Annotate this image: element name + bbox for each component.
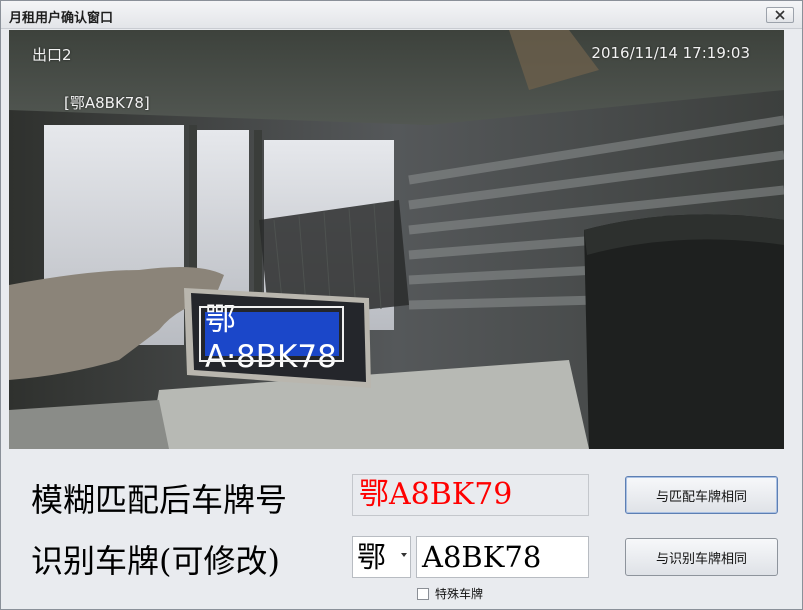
same-as-matched-button[interactable]: 与匹配车牌相同 xyxy=(625,476,778,514)
recognized-plate-label: 识别车牌(可修改) xyxy=(31,542,280,580)
province-select[interactable]: 鄂 xyxy=(352,536,411,578)
title-bar[interactable]: 月租用户确认窗口 xyxy=(1,1,802,29)
camera-snapshot: 出口2 2016/11/14 17:19:03 [鄂A8BK78] 鄂A·8BK… xyxy=(9,30,784,449)
recognized-plate-overlay: [鄂A8BK78] xyxy=(64,94,150,112)
special-plate-label: 特殊车牌 xyxy=(435,587,484,601)
special-plate-option[interactable]: 特殊车牌 xyxy=(417,585,483,602)
camera-name: 出口2 xyxy=(32,46,72,64)
snapshot-timestamp: 2016/11/14 17:19:03 xyxy=(591,44,750,62)
special-plate-checkbox[interactable] xyxy=(417,587,429,600)
confirm-window: 月租用户确认窗口 出口2 2016/11/14 17:19:03 [鄂A8BK7… xyxy=(0,0,803,610)
same-as-recognized-button[interactable]: 与识别车牌相同 xyxy=(625,538,778,576)
plate-number-input[interactable]: A8BK78 xyxy=(416,536,589,578)
close-icon xyxy=(775,10,785,20)
plate-detection-box xyxy=(199,306,344,362)
province-value: 鄂 xyxy=(357,540,387,574)
dropdown-arrow-icon xyxy=(401,553,407,557)
window-title: 月租用户确认窗口 xyxy=(9,11,114,26)
close-button[interactable] xyxy=(766,7,794,23)
matched-plate-field: 鄂A8BK79 xyxy=(352,474,589,516)
fuzzy-match-label: 模糊匹配后车牌号 xyxy=(31,481,288,519)
